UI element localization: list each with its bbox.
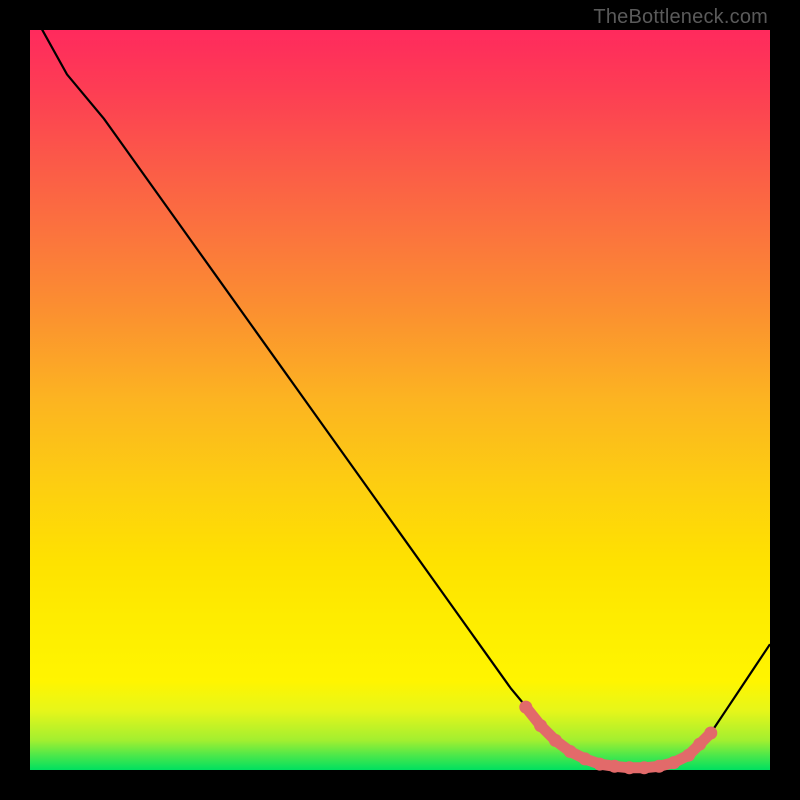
- highlight-dot: [667, 756, 680, 769]
- highlight-dot: [704, 727, 717, 740]
- highlight-dot: [638, 761, 651, 774]
- optimal-range-highlight: [519, 701, 717, 775]
- highlight-dot: [693, 738, 706, 751]
- attribution-label: TheBottleneck.com: [593, 6, 768, 29]
- plot-area: [30, 30, 770, 770]
- highlight-dot: [593, 758, 606, 771]
- curve-layer: [30, 30, 770, 770]
- highlight-dot: [579, 752, 592, 765]
- highlight-dot: [608, 760, 621, 773]
- bottleneck-curve: [30, 8, 770, 768]
- highlight-dot: [682, 749, 695, 762]
- highlight-dot: [564, 745, 577, 758]
- highlight-dot: [653, 760, 666, 773]
- highlight-dot: [623, 761, 636, 774]
- highlight-dot: [549, 734, 562, 747]
- highlight-dot: [534, 719, 547, 732]
- highlight-dot: [519, 701, 532, 714]
- chart-frame: TheBottleneck.com: [0, 0, 800, 800]
